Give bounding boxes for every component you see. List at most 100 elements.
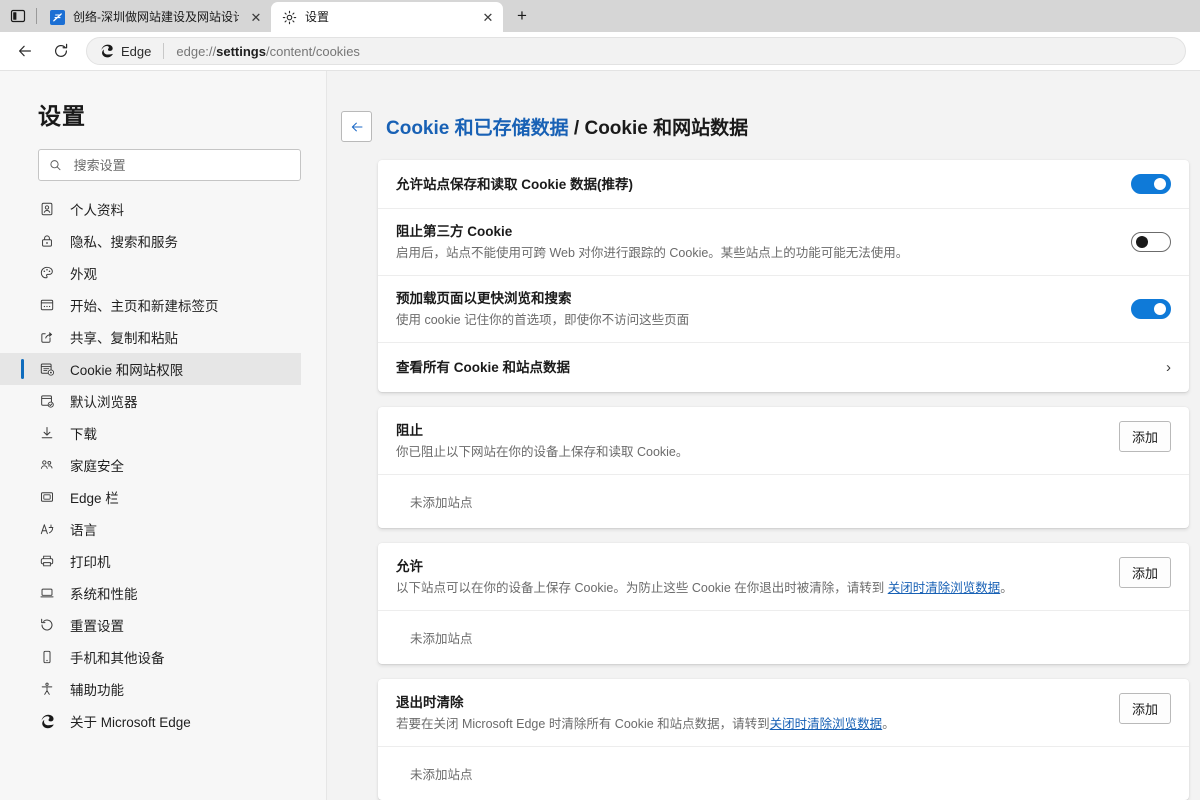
sidebar-item-startup[interactable]: 开始、主页和新建标签页 xyxy=(0,289,301,321)
sidebar-item-edge-bar[interactable]: Edge 栏 xyxy=(0,481,301,513)
search-box[interactable] xyxy=(38,149,301,181)
setting-description: 使用 cookie 记住你的首选项，即使你不访问这些页面 xyxy=(396,311,1131,329)
desc-prefix: 若要在关闭 Microsoft Edge 时清除所有 Cookie 和站点数据，… xyxy=(396,717,770,731)
arrow-left-icon xyxy=(16,42,34,60)
sidebar-item-label: 家庭安全 xyxy=(70,455,124,475)
setting-row-block-third-party: 阻止第三方 Cookie 启用后，站点不能使用可跨 Web 对你进行跟踪的 Co… xyxy=(378,209,1189,276)
block-sites-card: 阻止 你已阻止以下网站在你的设备上保存和读取 Cookie。 添加 未添加站点 xyxy=(378,407,1189,528)
sidebar-item-default-browser[interactable]: 默认浏览器 xyxy=(0,385,301,417)
sidebar-item-label: 默认浏览器 xyxy=(70,391,138,411)
desc-prefix: 以下站点可以在你的设备上保存 Cookie。为防止这些 Cookie 在你退出时… xyxy=(396,581,888,595)
sidebar-nav: 个人资料 隐私、搜索和服务 xyxy=(0,193,326,737)
language-icon xyxy=(38,520,56,538)
settings-page: 设置 xyxy=(0,71,1200,800)
back-navigation-button[interactable] xyxy=(8,36,42,66)
section-title: 允许 xyxy=(396,557,1107,576)
row-texts: 阻止第三方 Cookie 启用后，站点不能使用可跨 Web 对你进行跟踪的 Co… xyxy=(396,209,1131,275)
sidebar-item-privacy[interactable]: 隐私、搜索和服务 xyxy=(0,225,301,257)
sidebar-item-label: 手机和其他设备 xyxy=(70,647,165,667)
sidebar-item-reset-settings[interactable]: 重置设置 xyxy=(0,609,301,641)
phone-icon xyxy=(38,648,56,666)
new-tab-button[interactable]: + xyxy=(507,2,537,30)
row-texts: 预加载页面以更快浏览和搜索 使用 cookie 记住你的首选项，即使你不访问这些… xyxy=(396,276,1131,342)
reload-button[interactable] xyxy=(44,36,78,66)
refresh-icon xyxy=(52,42,70,60)
sidebar-item-cookies-and-permissions[interactable]: Cookie 和网站权限 xyxy=(0,353,301,385)
site-favicon xyxy=(49,9,65,25)
reset-icon xyxy=(38,616,56,634)
clear-on-exit-card: 退出时清除 若要在关闭 Microsoft Edge 时清除所有 Cookie … xyxy=(378,679,1189,800)
setting-row-view-all-cookies[interactable]: 查看所有 Cookie 和站点数据 › xyxy=(378,343,1189,392)
empty-state-text: 未添加站点 xyxy=(378,610,1189,664)
tab-close-button[interactable]: ✕ xyxy=(479,8,497,26)
url-suffix: /content/cookies xyxy=(266,44,360,59)
system-icon xyxy=(38,584,56,602)
breadcrumb-separator: / xyxy=(569,118,585,139)
setting-row-preload-pages: 预加载页面以更快浏览和搜索 使用 cookie 记住你的首选项，即使你不访问这些… xyxy=(378,276,1189,343)
tab-strip: 创络-深圳做网站建设及网站设计 ✕ 设置 ✕ + xyxy=(0,0,1200,32)
sidebar-item-label: 系统和性能 xyxy=(70,583,138,603)
breadcrumb-parent-link[interactable]: Cookie 和已存储数据 xyxy=(386,118,569,139)
breadcrumb: Cookie 和已存储数据 / Cookie 和网站数据 xyxy=(386,113,748,140)
browser-toolbar: Edge edge://settings/content/cookies xyxy=(0,32,1200,70)
share-icon xyxy=(38,328,56,346)
gear-icon-glyph xyxy=(282,10,297,25)
desc-suffix: 。 xyxy=(882,717,895,731)
add-button[interactable]: 添加 xyxy=(1119,421,1171,452)
omnibox-brand-label: Edge xyxy=(121,44,151,59)
edge-bar-icon xyxy=(38,488,56,506)
sidebar-item-label: 语言 xyxy=(70,519,97,539)
setting-title: 查看所有 Cookie 和站点数据 xyxy=(396,358,1158,377)
url-highlight: settings xyxy=(216,44,266,59)
back-button[interactable] xyxy=(341,111,372,142)
clear-on-close-link[interactable]: 关闭时清除浏览数据 xyxy=(888,581,1001,595)
tab-divider xyxy=(36,8,37,24)
sidebar-item-share[interactable]: 共享、复制和粘贴 xyxy=(0,321,301,353)
site-favicon-glyph xyxy=(50,10,65,25)
toggle-allow-cookies[interactable] xyxy=(1131,174,1171,194)
sidebar-item-downloads[interactable]: 下载 xyxy=(0,417,301,449)
address-bar-url: edge://settings/content/cookies xyxy=(176,44,360,59)
sidebar-item-phone-and-devices[interactable]: 手机和其他设备 xyxy=(0,641,301,673)
family-icon xyxy=(38,456,56,474)
toggle-knob xyxy=(1154,178,1166,190)
empty-state-text: 未添加站点 xyxy=(378,746,1189,800)
browser-tab-0[interactable]: 创络-深圳做网站建设及网站设计 ✕ xyxy=(39,2,271,32)
sidebar-item-printers[interactable]: 打印机 xyxy=(0,545,301,577)
sidebar-item-profile[interactable]: 个人资料 xyxy=(0,193,301,225)
settings-content: Cookie 和已存储数据 / Cookie 和网站数据 允许站点保存和读取 C… xyxy=(327,71,1200,800)
sidebar-item-appearance[interactable]: 外观 xyxy=(0,257,301,289)
row-texts: 阻止 你已阻止以下网站在你的设备上保存和读取 Cookie。 xyxy=(396,421,1107,461)
breadcrumb-current: Cookie 和网站数据 xyxy=(584,118,748,139)
tab-title: 设置 xyxy=(305,9,471,25)
sidebar-item-label: 隐私、搜索和服务 xyxy=(70,231,178,251)
sidebar-item-family-safety[interactable]: 家庭安全 xyxy=(0,449,301,481)
section-title: 阻止 xyxy=(396,421,1107,440)
sidebar-item-system-performance[interactable]: 系统和性能 xyxy=(0,577,301,609)
desc-suffix: 。 xyxy=(1000,581,1013,595)
section-description: 你已阻止以下网站在你的设备上保存和读取 Cookie。 xyxy=(396,443,1107,461)
search-input[interactable] xyxy=(74,158,290,173)
add-button[interactable]: 添加 xyxy=(1119,557,1171,588)
cookie-permissions-icon xyxy=(38,360,56,378)
sidebar-item-label: Edge 栏 xyxy=(70,487,119,507)
sidebar-item-label: 共享、复制和粘贴 xyxy=(70,327,178,347)
add-button[interactable]: 添加 xyxy=(1119,693,1171,724)
sidebar-item-about-edge[interactable]: 关于 Microsoft Edge xyxy=(0,705,301,737)
section-title: 退出时清除 xyxy=(396,693,1107,712)
tab-close-button[interactable]: ✕ xyxy=(247,8,265,26)
omnibox-brand: Edge xyxy=(99,43,151,59)
accessibility-icon xyxy=(38,680,56,698)
sidebar-item-languages[interactable]: 语言 xyxy=(0,513,301,545)
sidebar-item-label: 下载 xyxy=(70,423,97,443)
toggle-preload-pages[interactable] xyxy=(1131,299,1171,319)
browser-tab-1[interactable]: 设置 ✕ xyxy=(271,2,503,32)
tab-actions-button[interactable] xyxy=(0,0,36,32)
allow-sites-card: 允许 以下站点可以在你的设备上保存 Cookie。为防止这些 Cookie 在你… xyxy=(378,543,1189,664)
default-browser-icon xyxy=(38,392,56,410)
toggle-block-third-party-cookies[interactable] xyxy=(1131,232,1171,252)
sidebar-item-accessibility[interactable]: 辅助功能 xyxy=(0,673,301,705)
lock-icon xyxy=(38,232,56,250)
address-bar[interactable]: Edge edge://settings/content/cookies xyxy=(86,37,1186,65)
clear-on-close-link[interactable]: 关闭时清除浏览数据 xyxy=(770,717,883,731)
